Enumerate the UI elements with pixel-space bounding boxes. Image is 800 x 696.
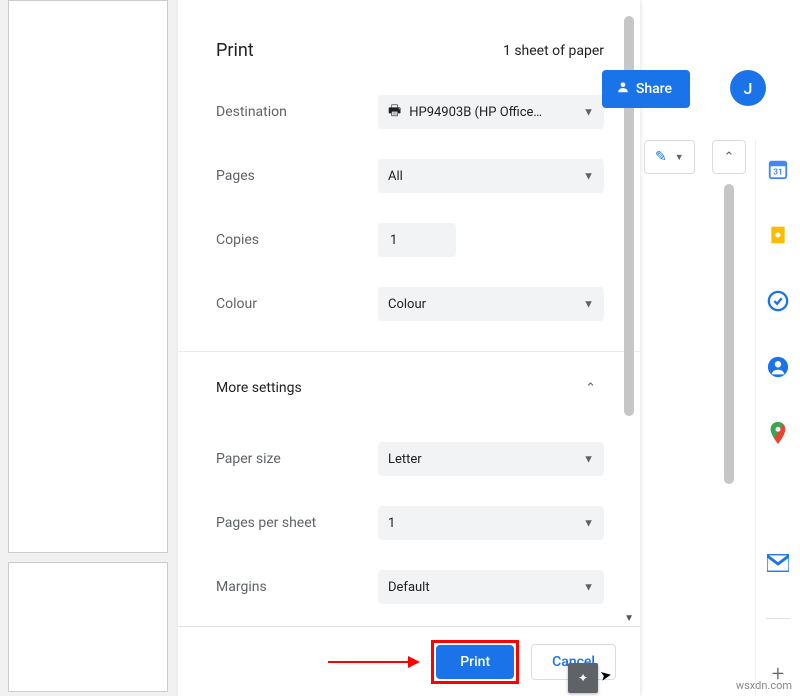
chevron-down-icon: ▼ (583, 106, 594, 119)
preview-page-1 (8, 0, 168, 553)
pages-per-sheet-label: Pages per sheet (216, 515, 378, 531)
avatar-initial: J (744, 79, 753, 98)
chevron-up-icon: ⌃ (585, 381, 596, 396)
print-button[interactable]: Print (436, 645, 514, 679)
colour-label: Colour (216, 296, 378, 312)
copies-input[interactable]: 1 (378, 223, 456, 257)
side-panel-divider (766, 618, 790, 619)
chevron-down-icon: ▼ (583, 298, 594, 311)
collapse-button[interactable]: ⌃ (712, 140, 746, 174)
explore-button[interactable]: ✦ (568, 663, 598, 693)
contacts-icon[interactable] (767, 356, 789, 378)
keep-icon[interactable] (767, 224, 789, 246)
copies-value: 1 (390, 233, 397, 248)
paper-size-label: Paper size (216, 451, 378, 467)
share-button[interactable]: Share (602, 70, 690, 108)
print-dialog: ▼ Print 1 sheet of paper Destination 🖶 H… (178, 0, 640, 696)
annotation-highlight: Print (431, 640, 519, 684)
paper-size-select[interactable]: Letter ▼ (378, 442, 604, 476)
watermark: wsxdn.com (736, 679, 792, 692)
edit-mode-button[interactable]: ✎ ▼ (644, 140, 695, 174)
chevron-down-icon: ▼ (583, 517, 594, 530)
maps-icon[interactable] (767, 422, 789, 444)
annotation-arrow (328, 656, 420, 668)
destination-value: HP94903B (HP Office… (409, 105, 542, 120)
destination-select[interactable]: 🖶 HP94903B (HP Office… ▼ (378, 95, 604, 129)
chevron-down-icon: ▼ (583, 581, 594, 594)
colour-value: Colour (388, 297, 426, 312)
avatar[interactable]: J (730, 70, 766, 106)
print-preview-pane (0, 0, 178, 696)
sheet-count: 1 sheet of paper (503, 43, 604, 59)
pages-label: Pages (216, 168, 378, 184)
chevron-up-icon: ⌃ (724, 150, 735, 165)
dialog-title: Print (216, 40, 254, 61)
scroll-down-icon[interactable]: ▼ (624, 613, 634, 624)
side-panel: 31 + (755, 140, 800, 696)
pencil-icon: ✎ (655, 149, 667, 165)
preview-page-2 (8, 562, 168, 692)
share-label: Share (636, 81, 672, 97)
svg-text:31: 31 (773, 168, 782, 178)
pages-per-sheet-select[interactable]: 1 ▼ (378, 506, 604, 540)
pages-value: All (388, 169, 403, 184)
pages-per-sheet-value: 1 (388, 516, 395, 531)
person-icon (616, 80, 630, 98)
chevron-down-icon: ▼ (675, 152, 684, 163)
copies-label: Copies (216, 232, 378, 248)
margins-label: Margins (216, 579, 378, 595)
colour-select[interactable]: Colour ▼ (378, 287, 604, 321)
chevron-down-icon: ▼ (583, 453, 594, 466)
star-icon: ✦ (578, 671, 588, 685)
margins-value: Default (388, 580, 430, 595)
destination-label: Destination (216, 104, 378, 120)
more-settings-label: More settings (216, 380, 302, 396)
divider (178, 351, 640, 352)
cursor-icon: ➤ (599, 667, 613, 685)
more-settings-toggle[interactable]: More settings ⌃ (216, 380, 604, 396)
chevron-down-icon: ▼ (583, 170, 594, 183)
pages-select[interactable]: All ▼ (378, 159, 604, 193)
printer-icon: 🖶 (388, 100, 401, 124)
content-scrollbar[interactable] (724, 184, 734, 484)
calendar-icon[interactable]: 31 (767, 158, 789, 180)
mail-icon[interactable] (767, 552, 789, 574)
paper-size-value: Letter (388, 452, 422, 467)
margins-select[interactable]: Default ▼ (378, 570, 604, 604)
tasks-icon[interactable] (767, 290, 789, 312)
